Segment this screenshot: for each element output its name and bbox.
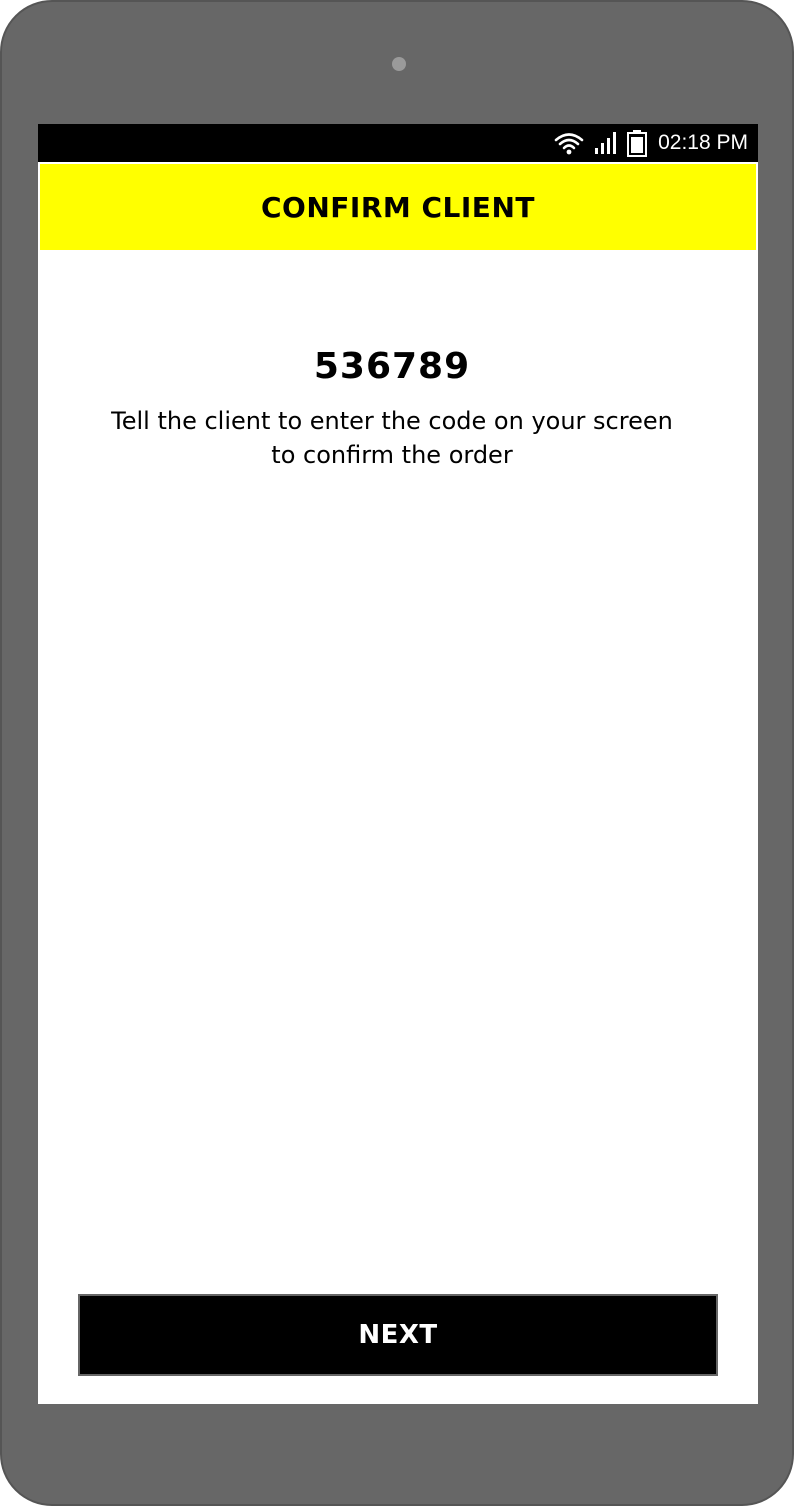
instruction-line-2: to confirm the order: [271, 441, 513, 469]
title-bar: CONFIRM CLIENT: [40, 164, 756, 250]
confirmation-code: 536789: [313, 346, 471, 387]
battery-icon: [626, 129, 648, 157]
status-time: 02:18 PM: [658, 131, 748, 154]
device-frame: 02:18 PM CONFIRM CLIENT 536789 Tell the …: [0, 0, 794, 1506]
status-bar: 02:18 PM: [38, 124, 758, 162]
status-bar-right: 02:18 PM: [554, 124, 748, 162]
camera-icon: [392, 57, 406, 71]
next-button-label: NEXT: [358, 1320, 438, 1350]
wifi-icon: [554, 131, 584, 155]
signal-icon: [594, 131, 617, 155]
instruction-line-1: Tell the client to enter the code on you…: [111, 407, 673, 435]
next-button[interactable]: NEXT: [78, 1294, 718, 1376]
page-title: CONFIRM CLIENT: [261, 190, 535, 224]
phone-screen: 02:18 PM CONFIRM CLIENT 536789 Tell the …: [38, 124, 758, 1404]
instruction-text: Tell the client to enter the code on you…: [98, 404, 686, 472]
